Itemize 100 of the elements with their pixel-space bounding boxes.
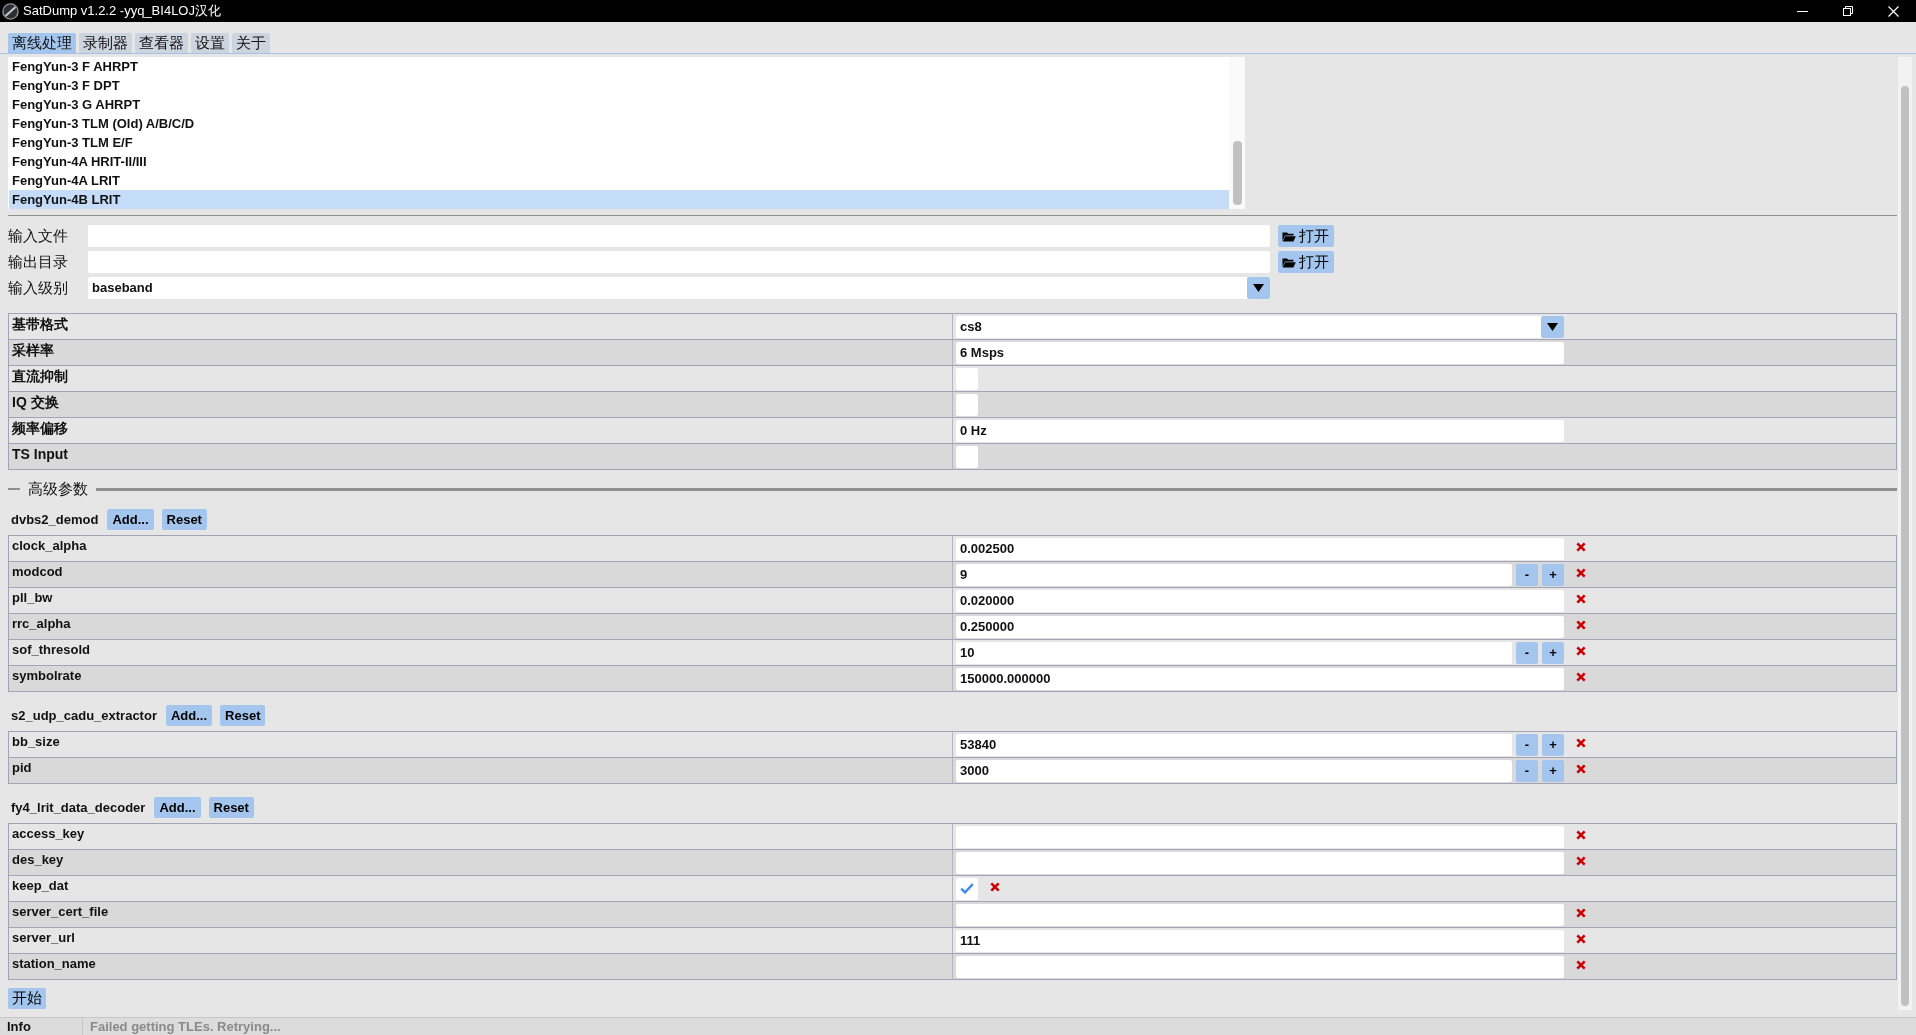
- increment-button[interactable]: +: [1542, 733, 1564, 756]
- add-button[interactable]: Add...: [154, 797, 201, 818]
- parameter-label: IQ 交换: [12, 394, 59, 410]
- logo-icon: [2, 2, 19, 20]
- tab[interactable]: 录制器: [79, 33, 132, 53]
- cross-icon[interactable]: [1576, 959, 1586, 970]
- tab[interactable]: 查看器: [135, 33, 188, 53]
- list-item[interactable]: FengYun-3 TLM (Old) A/B/C/D: [9, 114, 1229, 133]
- parameter-label: server_cert_file: [12, 904, 109, 919]
- open-button[interactable]: 打开: [1278, 251, 1334, 273]
- input-field[interactable]: [956, 825, 1564, 848]
- cross-icon[interactable]: [1576, 671, 1586, 682]
- input-field[interactable]: 10: [956, 641, 1512, 664]
- cross-icon[interactable]: [1576, 645, 1586, 656]
- input-field[interactable]: 0 Hz: [956, 419, 1564, 442]
- caret-icon: [1541, 315, 1564, 338]
- open-button[interactable]: 打开: [1278, 225, 1334, 247]
- list-item[interactable]: FengYun-4A HRIT-II/III: [9, 152, 1229, 171]
- input-field[interactable]: 53840: [956, 733, 1512, 756]
- parameter-label: access_key: [12, 826, 85, 841]
- parameter-label: 频率偏移: [12, 420, 68, 436]
- scrollbar[interactable]: [1898, 57, 1912, 1010]
- list-item[interactable]: FengYun-4A LRIT: [9, 171, 1229, 190]
- increment-button[interactable]: +: [1542, 563, 1564, 586]
- parameter-label: 基带格式: [12, 316, 68, 332]
- start-button[interactable]: 开始: [8, 988, 46, 1009]
- checkbox[interactable]: [956, 877, 978, 900]
- input-field[interactable]: [956, 903, 1564, 926]
- list-item[interactable]: FengYun-3 F DPT: [9, 76, 1229, 95]
- field-label: 输出目录: [8, 252, 69, 272]
- add-button[interactable]: Add...: [165, 705, 213, 726]
- list-item[interactable]: FengYun-3 TLM E/F: [9, 133, 1229, 152]
- cross-icon[interactable]: [1576, 829, 1586, 840]
- dropdown-field[interactable]: baseband: [88, 277, 1270, 299]
- reset-button[interactable]: Reset: [161, 509, 207, 530]
- close-icon[interactable]: [1888, 5, 1899, 17]
- input-field[interactable]: [956, 851, 1564, 874]
- list-item[interactable]: FengYun-4B LRIT: [9, 190, 1229, 209]
- cross-icon[interactable]: [1576, 737, 1586, 748]
- input-field[interactable]: [88, 225, 1270, 247]
- input-field[interactable]: 3000: [956, 759, 1512, 782]
- dropdown-field[interactable]: cs8: [956, 315, 1564, 338]
- reset-button[interactable]: Reset: [220, 705, 266, 726]
- input-field[interactable]: 9: [956, 563, 1512, 586]
- add-button[interactable]: Add...: [107, 509, 154, 530]
- field-label: 输入级别: [8, 278, 69, 298]
- cross-icon[interactable]: [1576, 855, 1586, 866]
- decrement-button[interactable]: -: [1516, 759, 1538, 782]
- input-field[interactable]: [956, 955, 1564, 978]
- input-field[interactable]: 0.002500: [956, 537, 1564, 560]
- caret-icon: [1247, 277, 1270, 299]
- tab[interactable]: 关于: [232, 33, 270, 53]
- folder-icon: [1282, 256, 1296, 268]
- input-field[interactable]: 6 Msps: [956, 341, 1564, 364]
- module-name: fy4_lrit_data_decoder: [11, 800, 146, 815]
- minimize-icon[interactable]: [1797, 10, 1808, 12]
- input-field[interactable]: 111: [956, 929, 1564, 952]
- window-title: SatDump v1.2.2 -yyq_BI4LOJ汉化: [23, 2, 221, 20]
- cross-icon[interactable]: [1576, 907, 1586, 918]
- tab[interactable]: 离线处理: [8, 33, 76, 53]
- parameter-label: modcod: [12, 564, 63, 579]
- checkbox[interactable]: [956, 367, 978, 390]
- status-message: Failed getting TLEs. Retrying...: [89, 1018, 281, 1035]
- cross-icon[interactable]: [1576, 619, 1586, 630]
- folder-icon: [1282, 230, 1296, 242]
- restore-icon[interactable]: [1843, 6, 1853, 16]
- input-field[interactable]: 0.250000: [956, 615, 1564, 638]
- decrement-button[interactable]: -: [1516, 641, 1538, 664]
- increment-button[interactable]: +: [1542, 641, 1564, 664]
- cross-icon[interactable]: [1576, 933, 1586, 944]
- checkbox[interactable]: [956, 393, 978, 416]
- list-item[interactable]: FengYun-3 F AHRPT: [9, 57, 1229, 76]
- module-name: dvbs2_demod: [11, 512, 99, 527]
- tab[interactable]: 设置: [191, 33, 229, 53]
- cross-icon[interactable]: [1576, 593, 1586, 604]
- cross-icon[interactable]: [1576, 541, 1586, 552]
- decrement-button[interactable]: -: [1516, 563, 1538, 586]
- section-title: 高级参数: [28, 479, 88, 499]
- checkbox[interactable]: [956, 445, 978, 468]
- parameter-label: 直流抑制: [12, 368, 68, 384]
- decrement-button[interactable]: -: [1516, 733, 1538, 756]
- parameter-label: TS Input: [12, 446, 68, 462]
- parameter-label: des_key: [12, 852, 64, 867]
- reset-button[interactable]: Reset: [208, 797, 254, 818]
- parameter-label: pll_bw: [12, 590, 53, 605]
- input-field[interactable]: 0.020000: [956, 589, 1564, 612]
- parameter-label: pid: [12, 760, 32, 775]
- cross-icon[interactable]: [1576, 567, 1586, 578]
- scrollbar-thumb[interactable]: [1233, 141, 1242, 205]
- cross-icon[interactable]: [990, 881, 1000, 892]
- input-field[interactable]: [88, 251, 1270, 273]
- cross-icon[interactable]: [1576, 763, 1586, 774]
- module-name: s2_udp_cadu_extractor: [11, 708, 157, 723]
- input-field[interactable]: 150000.000000: [956, 667, 1564, 690]
- field-label: 输入文件: [8, 226, 69, 246]
- parameter-label: sof_thresold: [12, 642, 90, 657]
- list-item[interactable]: FengYun-3 G AHRPT: [9, 95, 1229, 114]
- parameter-label: server_url: [12, 930, 75, 945]
- increment-button[interactable]: +: [1542, 759, 1564, 782]
- scrollbar-thumb[interactable]: [1901, 86, 1909, 1006]
